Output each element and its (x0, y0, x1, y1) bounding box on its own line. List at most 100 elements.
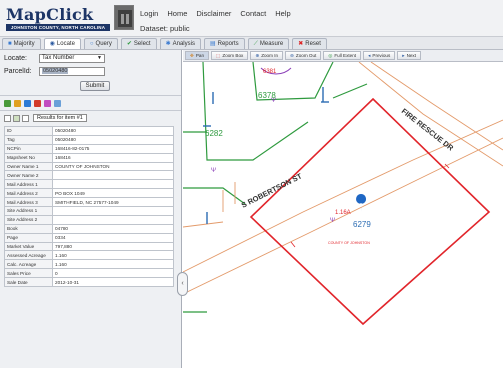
nav-home[interactable]: Home (167, 9, 187, 18)
parcel-label: 6381 (263, 69, 277, 75)
attribute-value (52, 206, 174, 216)
pan-button[interactable]: ✥ Pan (185, 51, 210, 60)
previous-button[interactable]: ◂ Previous (363, 51, 396, 60)
next-button[interactable]: ▸ Next (397, 51, 422, 60)
table-row: Owner Name 2 (4, 170, 174, 181)
attribute-value: 1.160 (52, 259, 174, 270)
tab-locate[interactable]: ◉ Locate (43, 38, 81, 49)
next-result-icon[interactable] (22, 114, 29, 122)
zoom-in-button[interactable]: ⊕ Zoom In (250, 51, 284, 60)
logo-title: MapClick (6, 5, 94, 24)
logo[interactable]: MapClick JOHNSTON COUNTY, NORTH CAROLINA (6, 5, 110, 31)
nav-login[interactable]: Login (140, 9, 158, 18)
table-row: Sale Date 2012-10-31 (4, 277, 174, 288)
attribute-value: 05020480 (52, 134, 174, 145)
acreage-label: 1.16A (335, 210, 351, 216)
selected-parcel[interactable] (249, 97, 491, 326)
dataset-label: Dataset: public (140, 24, 190, 33)
previous-icon: ◂ (368, 53, 371, 58)
email-icon[interactable] (44, 100, 51, 107)
divider (0, 95, 181, 96)
attribute-key: Page (4, 232, 53, 243)
attribute-value: 0 (52, 268, 174, 279)
attribute-key: Sale Date (4, 277, 53, 288)
parcel-id-input[interactable]: 05020480 (39, 67, 105, 76)
table-row: Market Value 797,880 (4, 241, 174, 252)
attribute-key: Book (4, 223, 53, 234)
table-row: Site Address 2 (4, 214, 174, 225)
road-ticks (290, 163, 450, 248)
zoom-to-icon[interactable] (4, 100, 11, 107)
map-toolbar: ✥ Pan ⬚ Zoom Box ⊕ Zoom In ⊖ Zoom Out ◎ Full … (183, 50, 503, 62)
tab-majority[interactable]: ■ Majority (2, 38, 41, 49)
attribute-key: Mail Address 3 (4, 197, 53, 208)
table-row: ID 05020480 (4, 126, 174, 136)
locate-label: Locate: (4, 55, 27, 62)
app-header: MapClick JOHNSTON COUNTY, NORTH CAROLINA… (0, 0, 503, 37)
attribute-key: Site Address 1 (4, 206, 53, 216)
attribute-value (52, 179, 174, 190)
attribute-value: 04780 (52, 223, 174, 234)
attribute-key: Mail Address 1 (4, 179, 53, 190)
clear-icon[interactable] (34, 100, 41, 107)
tool-tabs: ■ Majority ◉ Locate ○ Query ✔ Select ✱ Analys… (0, 37, 503, 50)
print-icon[interactable] (24, 100, 31, 107)
parcel-row: ParcelId: 05020480 (4, 67, 105, 76)
attribute-value: SMITHFIELD, NC 27577-1049 (52, 197, 174, 208)
zoom-out-icon: ⊖ (290, 53, 294, 58)
table-row: Mail Address 3 SMITHFIELD, NC 27577-1049 (4, 197, 174, 208)
purple-mark: Ψ (211, 168, 216, 174)
attribute-value: 05020480 (52, 126, 174, 136)
attribute-value: 2012-10-31 (52, 277, 174, 288)
zoom-box-button[interactable]: ⬚ Zoom Box (211, 51, 249, 60)
results-header: Results for item #1 (4, 114, 87, 122)
results-label: Results for item #1 (33, 114, 87, 122)
attribute-key: ID (4, 126, 53, 136)
tab-select[interactable]: ✔ Select (120, 38, 157, 49)
parcel-label: 6282 (205, 129, 223, 138)
table-row: NCPin 168416-82-0175 (4, 143, 174, 154)
nav-disclaimer[interactable]: Disclaimer (196, 9, 231, 18)
full-extent-button[interactable]: ◎ Full Extent (323, 51, 362, 60)
parcel-label-selected: 6279 (353, 220, 371, 229)
first-result-icon[interactable] (4, 114, 11, 122)
tab-analysis[interactable]: ✱ Analysis (159, 38, 201, 49)
zoom-in-icon: ⊕ (255, 53, 260, 58)
zoom-out-button[interactable]: ⊖ Zoom Out (285, 51, 322, 60)
table-row: Assessed Acreage 1.160 (4, 250, 174, 261)
attribute-key: Site Address 2 (4, 214, 53, 225)
table-row: Mail Address 2 PO BOX 1049 (4, 188, 174, 199)
reset-icon: ✖ (298, 41, 304, 47)
tab-measure[interactable]: ⟋ Measure (247, 38, 290, 49)
attribute-key: Sales Price (4, 268, 53, 279)
prev-result-icon[interactable] (13, 114, 20, 122)
table-row: Site Address 1 (4, 206, 174, 216)
table-row: Book 04780 (4, 223, 174, 234)
table-row: Page 0334 (4, 232, 174, 243)
locate-icon: ◉ (49, 41, 55, 47)
attribute-key: Mail Address 2 (4, 188, 53, 199)
table-row: Calc. Acreage 1.160 (4, 259, 174, 270)
table-row: Tag 05020480 (4, 134, 174, 145)
collapse-panel-button[interactable]: ‹ (177, 272, 188, 296)
save-icon[interactable] (54, 100, 61, 107)
select-icon: ✔ (126, 41, 132, 47)
pan-icon: ✥ (190, 53, 194, 58)
measure-icon: ⟋ (253, 41, 258, 47)
export-icon[interactable] (14, 100, 21, 107)
tab-reset[interactable]: ✖ Reset (292, 38, 327, 49)
tab-reports[interactable]: ▤ Reports (203, 38, 245, 49)
attribute-key: Mapsheet No (4, 152, 53, 163)
attribute-value (52, 214, 174, 225)
nav-help[interactable]: Help (275, 9, 290, 18)
parcel-label: ParcelId: (4, 68, 32, 75)
submit-button[interactable]: Submit (80, 81, 110, 91)
attribute-key: NCPin (4, 143, 53, 154)
nav-contact[interactable]: Contact (240, 9, 266, 18)
map-canvas[interactable]: Ψ Ψ Ψ S ROBERTSON ST FIRE RESCUE DR 6282… (183, 62, 503, 368)
tab-query[interactable]: ○ Query (83, 38, 118, 49)
reports-icon: ▤ (209, 41, 216, 47)
divider (0, 110, 181, 111)
locate-type-select[interactable]: Tax Number ▼ (39, 54, 105, 63)
attribute-table: ID 05020480 Tag 05020480 NCPin 168416-82-0175… (4, 126, 174, 288)
